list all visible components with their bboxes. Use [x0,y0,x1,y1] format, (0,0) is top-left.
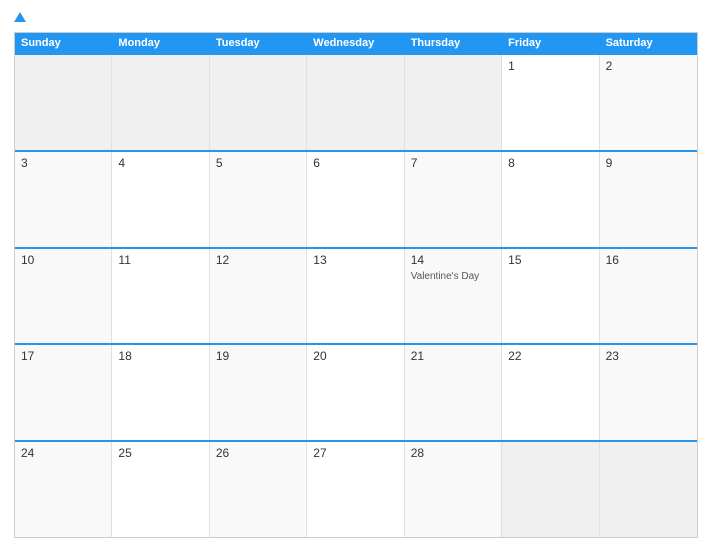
day-number: 26 [216,446,300,460]
day-number: 25 [118,446,202,460]
week-row-5: 24 25 26 27 28 [15,440,697,537]
day-cell: 1 [502,55,599,150]
day-header-tuesday: Tuesday [210,33,307,53]
day-number: 1 [508,59,592,73]
week-row-1: 12 [15,53,697,150]
weeks-container: 1234567891011121314Valentine's Day151617… [15,53,697,537]
day-number: 19 [216,349,300,363]
day-number: 12 [216,253,300,267]
week-row-4: 17 18 19 20 21 22 23 [15,343,697,440]
day-cell [112,55,209,150]
day-header-friday: Friday [502,33,599,53]
day-cell: 19 [210,345,307,440]
day-cell: 27 [307,442,404,537]
day-header-sunday: Sunday [15,33,112,53]
day-cell: 11 [112,249,209,344]
calendar-page: SundayMondayTuesdayWednesdayThursdayFrid… [0,0,712,550]
day-cell: 12 [210,249,307,344]
event-label: Valentine's Day [411,271,495,282]
day-cell [405,55,502,150]
day-cell: 17 [15,345,112,440]
day-number: 11 [118,253,202,267]
week-row-3: 10 11 12 13 14 Valentine's Day 15 16 [15,247,697,344]
day-cell [15,55,112,150]
day-cell: 18 [112,345,209,440]
week-row-2: 3456789 [15,150,697,247]
day-cell: 25 [112,442,209,537]
day-number: 10 [21,253,105,267]
day-number: 7 [411,156,495,170]
day-cell: 20 [307,345,404,440]
day-cell: 21 [405,345,502,440]
day-cell: 4 [112,152,209,247]
day-header-monday: Monday [112,33,209,53]
day-cell: 28 [405,442,502,537]
day-headers-row: SundayMondayTuesdayWednesdayThursdayFrid… [15,33,697,53]
day-number: 15 [508,253,592,267]
day-number: 28 [411,446,495,460]
day-number: 22 [508,349,592,363]
day-number: 9 [606,156,691,170]
day-header-saturday: Saturday [600,33,697,53]
day-cell: 3 [15,152,112,247]
day-cell: 14 Valentine's Day [405,249,502,344]
header [14,12,698,22]
logo-triangle-icon [14,12,26,22]
day-cell: 2 [600,55,697,150]
logo-blue-text [14,12,30,22]
day-cell: 22 [502,345,599,440]
day-cell: 24 [15,442,112,537]
day-number: 16 [606,253,691,267]
day-cell: 13 [307,249,404,344]
day-number: 17 [21,349,105,363]
day-number: 4 [118,156,202,170]
day-number: 2 [606,59,691,73]
day-number: 18 [118,349,202,363]
day-cell: 15 [502,249,599,344]
day-cell: 23 [600,345,697,440]
day-cell: 9 [600,152,697,247]
day-cell: 10 [15,249,112,344]
day-number: 13 [313,253,397,267]
day-number: 3 [21,156,105,170]
day-number: 6 [313,156,397,170]
day-cell [210,55,307,150]
day-cell: 8 [502,152,599,247]
day-number: 27 [313,446,397,460]
day-number: 24 [21,446,105,460]
day-number: 14 [411,253,495,267]
day-header-thursday: Thursday [405,33,502,53]
day-number: 21 [411,349,495,363]
day-number: 20 [313,349,397,363]
day-cell: 16 [600,249,697,344]
day-header-wednesday: Wednesday [307,33,404,53]
logo [14,12,30,22]
day-cell [307,55,404,150]
day-cell [502,442,599,537]
calendar-grid: SundayMondayTuesdayWednesdayThursdayFrid… [14,32,698,538]
day-cell: 26 [210,442,307,537]
day-number: 23 [606,349,691,363]
day-cell: 5 [210,152,307,247]
day-cell: 7 [405,152,502,247]
day-number: 5 [216,156,300,170]
day-cell [600,442,697,537]
day-cell: 6 [307,152,404,247]
day-number: 8 [508,156,592,170]
